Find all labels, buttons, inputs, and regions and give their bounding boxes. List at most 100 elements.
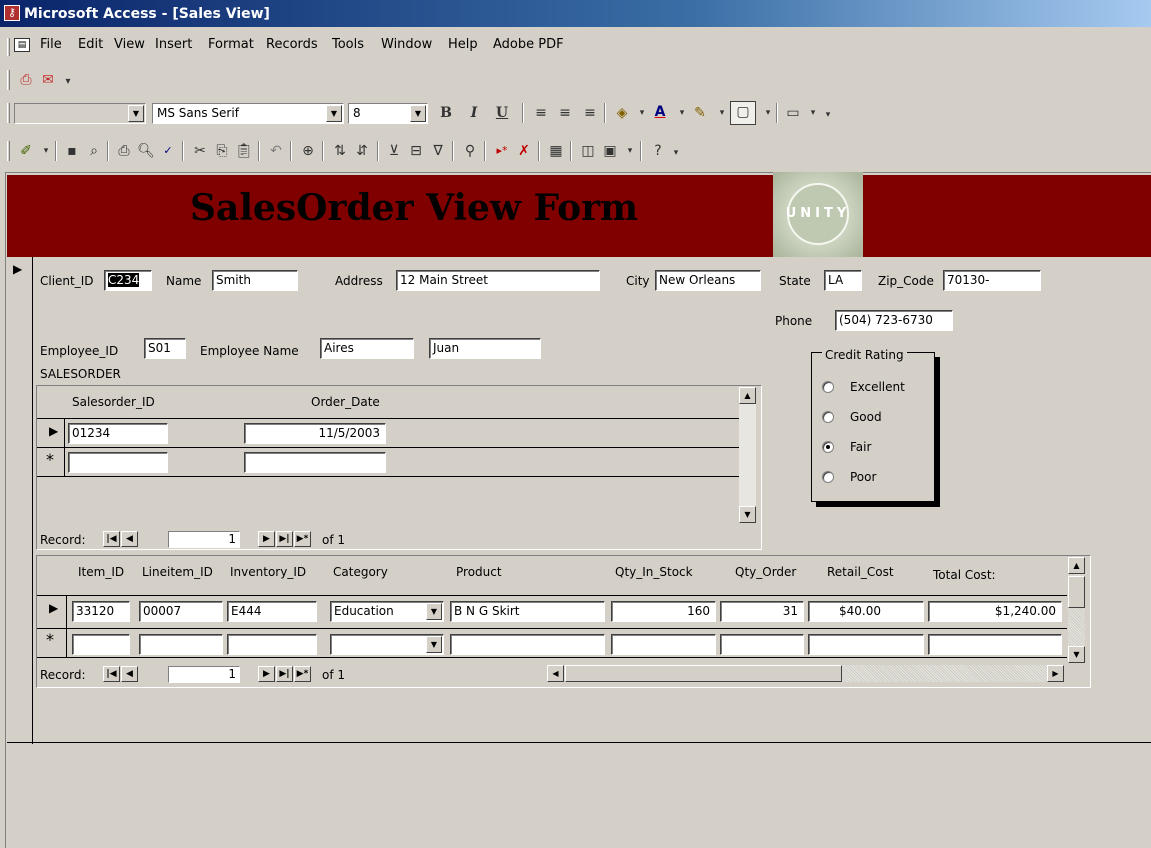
chevron-down-icon[interactable]: ▼ <box>410 105 426 122</box>
paste-icon[interactable]: 📋︎ <box>234 141 254 161</box>
menu-edit[interactable]: Edit <box>78 37 103 52</box>
menu-view[interactable]: View <box>114 37 145 52</box>
fill-color-icon[interactable]: ◈ <box>612 103 632 123</box>
new-total-cost-cell[interactable] <box>928 634 1062 655</box>
toolbar-options-icon[interactable]: ▾ <box>818 105 838 125</box>
employee-last-name-field[interactable]: Aires <box>320 338 414 359</box>
previous-record-icon[interactable]: ◀ <box>121 531 138 547</box>
record-number-field[interactable]: 1 <box>168 666 240 683</box>
scroll-thumb[interactable] <box>1068 576 1085 608</box>
first-record-icon[interactable]: |◀ <box>103 531 120 547</box>
toolbar-grip[interactable] <box>7 141 10 161</box>
font-name-combo[interactable]: MS Sans Serif ▼ <box>152 103 344 124</box>
menu-insert[interactable]: Insert <box>155 37 192 52</box>
chevron-down-icon[interactable]: ▾ <box>620 141 640 161</box>
bold-button[interactable]: B <box>436 103 456 123</box>
sort-descending-icon[interactable]: ⇵ <box>352 141 372 161</box>
spelling-icon[interactable]: ✓ <box>158 141 178 161</box>
menu-tools[interactable]: Tools <box>332 37 364 52</box>
toolbar-options-icon[interactable]: ▾ <box>58 72 78 92</box>
align-right-icon[interactable]: ≡ <box>580 103 600 123</box>
retail-cost-cell[interactable]: $40.00 <box>808 601 924 622</box>
font-size-combo[interactable]: 8 ▼ <box>348 103 428 124</box>
save-icon[interactable]: ▪ <box>62 141 82 161</box>
new-item-id-cell[interactable] <box>72 634 130 655</box>
undo-icon[interactable]: ↶ <box>266 141 286 161</box>
radio-poor[interactable] <box>822 471 834 483</box>
chevron-down-icon[interactable]: ▼ <box>426 636 442 653</box>
menu-window[interactable]: Window <box>381 37 432 52</box>
total-cost-cell[interactable]: $1,240.00 <box>928 601 1062 622</box>
delete-record-icon[interactable]: ✗ <box>514 141 534 161</box>
menu-file[interactable]: File <box>40 37 62 52</box>
properties-icon[interactable]: ▦ <box>546 141 566 161</box>
apply-filter-icon[interactable]: ∇ <box>428 141 448 161</box>
radio-fair[interactable] <box>822 441 834 453</box>
new-record-nav-icon[interactable]: ▶* <box>294 666 311 682</box>
chevron-down-icon[interactable]: ▾ <box>672 103 692 123</box>
salesorder-id-cell[interactable]: 01234 <box>68 423 168 444</box>
cut-icon[interactable]: ✂ <box>190 141 210 161</box>
last-record-icon[interactable]: ▶| <box>276 531 293 547</box>
new-record-nav-icon[interactable]: ▶* <box>294 531 311 547</box>
chevron-down-icon[interactable]: ▾ <box>758 103 778 123</box>
item-id-cell[interactable]: 33120 <box>72 601 130 622</box>
toolbar-grip[interactable] <box>7 70 10 90</box>
find-icon[interactable]: ⚲ <box>460 141 480 161</box>
scroll-up-icon[interactable]: ▲ <box>1068 557 1085 574</box>
italic-button[interactable]: I <box>464 103 484 123</box>
chevron-down-icon[interactable]: ▼ <box>426 603 442 620</box>
new-object-icon[interactable]: ▣ <box>600 141 620 161</box>
form-window-icon[interactable]: ▤ <box>14 38 30 52</box>
border-style-icon[interactable]: ▢ <box>730 101 756 125</box>
qty-in-stock-cell[interactable]: 160 <box>611 601 716 622</box>
hyperlink-icon[interactable]: ⊕ <box>298 141 318 161</box>
menu-format[interactable]: Format <box>208 37 254 52</box>
state-field[interactable]: LA <box>824 270 862 291</box>
print-icon[interactable]: ⎙ <box>114 141 134 161</box>
product-cell[interactable]: B N G Skirt <box>450 601 605 622</box>
access-key-icon[interactable]: ⚷ <box>4 5 20 21</box>
scroll-down-icon[interactable]: ▼ <box>1068 646 1085 663</box>
toolbar-options-icon[interactable]: ▾ <box>666 143 686 163</box>
new-inventory-id-cell[interactable] <box>227 634 317 655</box>
view-icon[interactable]: ✐ <box>16 141 36 161</box>
underline-button[interactable]: U <box>492 103 512 123</box>
scroll-right-icon[interactable]: ▶ <box>1047 665 1064 682</box>
phone-field[interactable]: (504) 723-6730 <box>835 310 953 331</box>
search-file-icon[interactable]: ⌕ <box>84 141 104 161</box>
line-width-icon[interactable]: ▭ <box>783 103 803 123</box>
convert-to-pdf-icon[interactable]: ⎙ <box>16 70 36 90</box>
align-center-icon[interactable]: ≡ <box>555 103 575 123</box>
menu-records[interactable]: Records <box>266 37 318 52</box>
font-color-icon[interactable]: A <box>650 102 670 122</box>
pdf-email-icon[interactable]: ✉ <box>38 70 58 90</box>
chevron-down-icon[interactable]: ▾ <box>36 141 56 161</box>
zip-code-field[interactable]: 70130- <box>943 270 1041 291</box>
inventory-id-cell[interactable]: E444 <box>227 601 317 622</box>
client-id-field[interactable]: C234 <box>104 270 152 291</box>
employee-first-name-field[interactable]: Juan <box>429 338 541 359</box>
help-icon[interactable]: ? <box>648 141 668 161</box>
last-record-icon[interactable]: ▶| <box>276 666 293 682</box>
filter-by-form-icon[interactable]: ⊟ <box>406 141 426 161</box>
scroll-thumb[interactable] <box>565 665 842 682</box>
next-record-icon[interactable]: ▶ <box>258 531 275 547</box>
menu-grip[interactable] <box>7 38 10 56</box>
chevron-down-icon[interactable]: ▾ <box>632 103 652 123</box>
print-preview-icon[interactable]: 🔍︎ <box>136 141 156 161</box>
new-lineitem-id-cell[interactable] <box>139 634 223 655</box>
sort-ascending-icon[interactable]: ⇅ <box>330 141 350 161</box>
vertical-scrollbar[interactable] <box>739 387 756 523</box>
record-selector-bar[interactable] <box>7 257 33 744</box>
radio-good[interactable] <box>822 411 834 423</box>
new-record-icon[interactable]: ▸* <box>492 141 512 161</box>
align-left-icon[interactable]: ≡ <box>531 103 551 123</box>
menu-adobe-pdf[interactable]: Adobe PDF <box>493 37 564 52</box>
order-date-cell[interactable]: 11/5/2003 <box>244 423 386 444</box>
new-order-date-cell[interactable] <box>244 452 386 473</box>
line-color-icon[interactable]: ✎ <box>690 103 710 123</box>
new-qty-order-cell[interactable] <box>720 634 804 655</box>
address-field[interactable]: 12 Main Street <box>396 270 600 291</box>
city-field[interactable]: New Orleans <box>655 270 761 291</box>
